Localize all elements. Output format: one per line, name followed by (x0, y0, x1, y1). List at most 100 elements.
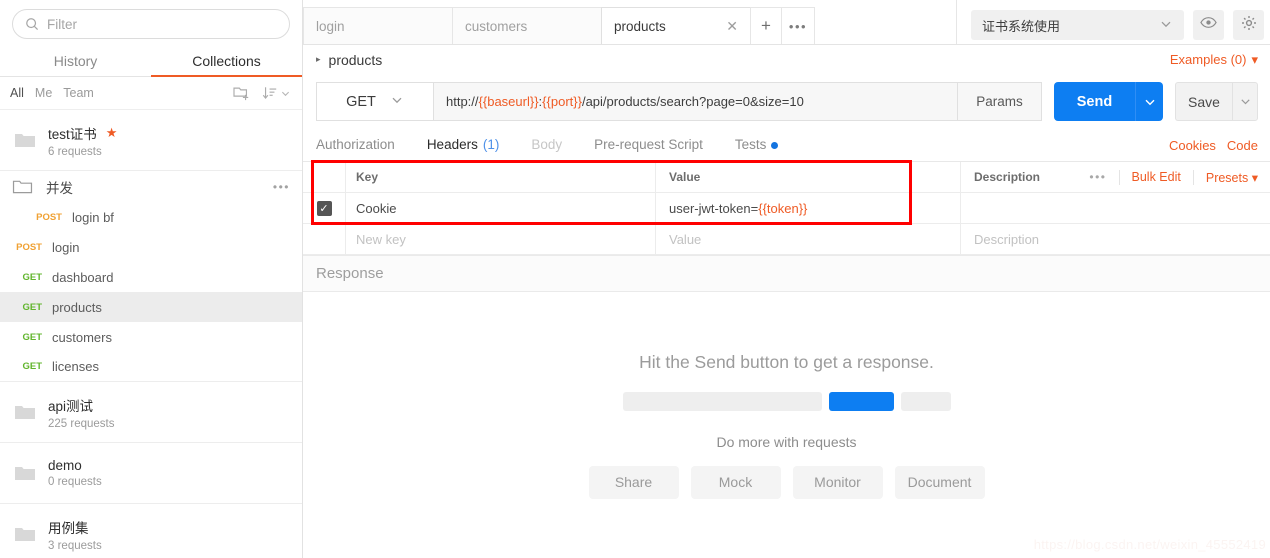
tab-pre-request-script[interactable]: Pre-request Script (594, 129, 703, 162)
environment-selector[interactable]: 证书系统使用 (971, 10, 1184, 40)
environment-value: 证书系统使用 (982, 18, 1061, 34)
mock-button[interactable]: Mock (690, 465, 781, 499)
collection-item-test[interactable]: test证书 ★ 6 requests (0, 110, 302, 171)
url-variable-port: {{port}} (542, 94, 582, 109)
row-description-cell[interactable] (960, 192, 1270, 224)
tab-login[interactable]: login (303, 7, 453, 44)
chevron-down-icon (1159, 17, 1173, 34)
column-key: Key (345, 161, 655, 193)
close-icon[interactable]: ✕ (726, 18, 738, 35)
folder-item-bingfa[interactable]: 并发 ••• (0, 171, 302, 202)
folder-icon (14, 525, 36, 543)
request-item-dashboard[interactable]: GET dashboard (0, 262, 302, 292)
folder-options-icon[interactable]: ••• (273, 180, 290, 194)
column-label: Value (669, 170, 701, 184)
collection-text: api测试 225 requests (48, 395, 115, 430)
response-title: Response (316, 265, 384, 282)
presets-dropdown[interactable]: Presets ▾ (1206, 170, 1258, 185)
share-button[interactable]: Share (588, 465, 679, 499)
document-button[interactable]: Document (894, 465, 985, 499)
headers-more-icon[interactable]: ••• (1089, 170, 1106, 184)
collection-name: test证书 ★ (48, 124, 118, 142)
new-row-description-cell[interactable]: Description (960, 223, 1270, 255)
examples-dropdown[interactable]: Examples (0) ▾ (1170, 52, 1258, 68)
search-placeholder: Filter (47, 16, 77, 32)
collection-item-demo[interactable]: demo 0 requests (0, 443, 302, 504)
params-button[interactable]: Params (958, 82, 1042, 121)
scope-me[interactable]: Me (35, 86, 52, 100)
sidebar-tabs: History Collections (0, 46, 302, 77)
send-button[interactable]: Send (1054, 82, 1135, 121)
monitor-button[interactable]: Monitor (792, 465, 883, 499)
postman-window: Filter History Collections All Me Team t… (0, 0, 1270, 558)
new-header-row[interactable]: New key Value Description (303, 223, 1270, 255)
examples-label: Examples (0) (1169, 52, 1247, 67)
collection-request-count: 225 requests (48, 417, 115, 430)
chevron-right-icon[interactable]: ▸ (316, 54, 321, 65)
collection-item-yonglieji[interactable]: 用例集 3 requests (0, 504, 302, 558)
collection-text: demo 0 requests (48, 458, 102, 488)
star-icon: ★ (105, 124, 118, 140)
tab-collections[interactable]: Collections (151, 46, 302, 77)
request-detail-tabs: Authorization Headers (1) Body Pre-reque… (303, 129, 1270, 163)
cookies-link[interactable]: Cookies (1169, 138, 1216, 153)
placeholder-bar-save (900, 391, 951, 411)
tab-headers[interactable]: Headers (1) (426, 129, 499, 163)
request-tab-links: Cookies Code (1169, 138, 1258, 153)
environment-quick-look-button[interactable] (1193, 10, 1224, 40)
tab-label: products (614, 18, 666, 34)
method-selector[interactable]: GET (316, 82, 433, 121)
folder-icon (14, 403, 36, 421)
tab-products[interactable]: products ✕ (601, 7, 751, 44)
request-item-licenses[interactable]: GET licenses (0, 352, 302, 382)
collection-request-count: 0 requests (48, 476, 102, 488)
request-name: dashboard (52, 269, 114, 285)
collection-item-api[interactable]: api测试 225 requests (0, 382, 302, 443)
new-folder-icon[interactable] (233, 85, 251, 101)
code-link[interactable]: Code (1227, 138, 1258, 153)
row-key-cell[interactable]: Cookie (345, 192, 655, 224)
tab-authorization[interactable]: Authorization (316, 129, 395, 162)
save-options-button[interactable] (1232, 82, 1258, 121)
settings-button[interactable] (1233, 10, 1264, 40)
divider (1192, 169, 1194, 185)
response-secondary-message: Do more with requests (716, 433, 857, 450)
request-name: login (52, 239, 80, 255)
new-tab-button[interactable]: + (750, 7, 782, 44)
tab-tests[interactable]: Tests (735, 129, 779, 162)
new-row-key-cell[interactable]: New key (345, 223, 655, 255)
request-item-products[interactable]: GET products (0, 292, 302, 322)
new-row-value-cell[interactable]: Value (655, 223, 960, 255)
scope-all[interactable]: All (10, 86, 24, 100)
search-input[interactable]: Filter (12, 9, 290, 39)
table-row[interactable]: ✓ Cookie user-jwt-token={{token}} (303, 192, 1270, 224)
tab-options-button[interactable]: ••• (781, 7, 815, 44)
response-header: Response (303, 255, 1270, 292)
response-placeholder-graphic (622, 391, 951, 411)
presets-label: Presets (1205, 170, 1249, 185)
headers-tools: ••• Bulk Edit Presets ▾ (1089, 169, 1270, 185)
breadcrumb: ▸ products Examples (0) ▾ (303, 45, 1270, 74)
request-name: customers (52, 329, 112, 345)
column-description: Description ••• Bulk Edit Presets ▾ (960, 161, 1270, 193)
chevron-down-icon (390, 93, 404, 111)
new-description-placeholder: Description (974, 231, 1040, 247)
request-item-customers[interactable]: GET customers (0, 322, 302, 352)
method-badge: GET (22, 271, 42, 283)
tab-history[interactable]: History (0, 46, 151, 76)
scope-team[interactable]: Team (63, 86, 94, 100)
row-checkbox[interactable]: ✓ (316, 200, 332, 216)
save-button[interactable]: Save (1175, 82, 1232, 121)
header-value-prefix: user-jwt-token= (669, 200, 759, 216)
tab-customers[interactable]: customers (452, 7, 602, 44)
row-value-cell[interactable]: user-jwt-token={{token}} (655, 192, 960, 224)
send-group: Send (1054, 82, 1163, 121)
sort-icon[interactable] (262, 86, 290, 101)
url-bar: GET http://{{baseurl}}: {{port}}/api/prod… (303, 74, 1270, 121)
send-options-button[interactable] (1135, 82, 1163, 121)
url-input[interactable]: http://{{baseurl}}: {{port}}/api/products… (433, 82, 958, 121)
request-item-login[interactable]: POST login (0, 232, 302, 262)
bulk-edit-link[interactable]: Bulk Edit (1132, 170, 1181, 184)
request-item-login-bf[interactable]: POST login bf (0, 202, 302, 232)
tab-body[interactable]: Body (531, 129, 562, 162)
